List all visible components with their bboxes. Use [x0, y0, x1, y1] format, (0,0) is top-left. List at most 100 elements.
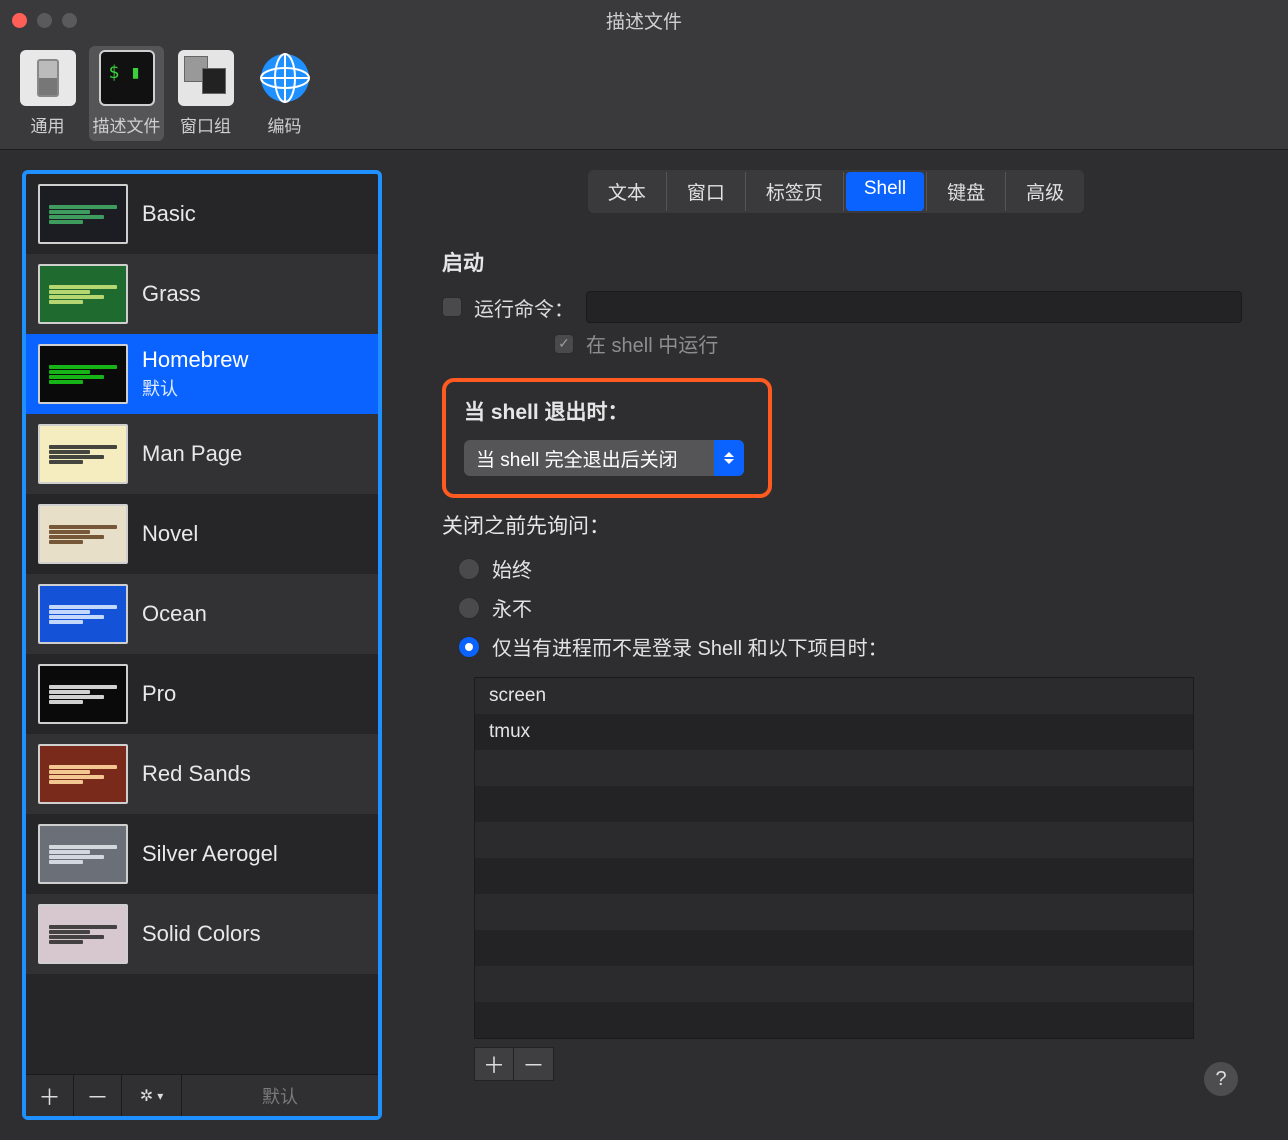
process-table-footer: ＋ －: [474, 1047, 1242, 1081]
profile-name: Basic: [142, 201, 196, 227]
chevron-down-icon: ▾: [157, 1089, 163, 1103]
profile-name: Ocean: [142, 601, 207, 627]
radio-always[interactable]: 始终: [458, 554, 1242, 583]
profile-tabs: 文本窗口标签页Shell键盘高级: [588, 170, 1084, 213]
run-command-label: 运行命令：: [474, 293, 574, 322]
tab-键盘[interactable]: 键盘: [929, 172, 1003, 211]
traffic-lights: [12, 13, 77, 28]
gear-icon: ✲: [140, 1086, 153, 1106]
profile-name: Novel: [142, 521, 198, 547]
preferences-toolbar: 通用 描述文件 窗口组 编码: [0, 40, 1288, 150]
radio-dot: [458, 558, 480, 580]
add-process-button[interactable]: ＋: [474, 1047, 514, 1081]
profile-thumb: [38, 584, 128, 644]
profile-name: Solid Colors: [142, 921, 261, 947]
profile-name: Grass: [142, 281, 201, 307]
profile-name: Red Sands: [142, 761, 251, 787]
radio-processes[interactable]: 仅当有进程而不是登录 Shell 和以下项目时：: [458, 632, 1242, 661]
run-command-checkbox[interactable]: [442, 297, 462, 317]
tab-窗口[interactable]: 窗口: [669, 172, 743, 211]
radio-never-label: 永不: [492, 593, 532, 622]
profile-thumb: [38, 904, 128, 964]
shell-tab-pane: 启动 运行命令： 在 shell 中运行 当 shell 退出时： 当 shel…: [406, 227, 1266, 1120]
startup-heading: 启动: [442, 247, 1242, 277]
zoom-window-button[interactable]: [62, 13, 77, 28]
set-default-button[interactable]: 默认: [182, 1075, 378, 1116]
help-button[interactable]: ?: [1204, 1062, 1238, 1096]
on-shell-exit-label: 当 shell 退出时：: [464, 396, 750, 426]
close-window-button[interactable]: [12, 13, 27, 28]
process-row[interactable]: [475, 822, 1193, 858]
toolbar-general[interactable]: 通用: [10, 46, 85, 141]
radio-dot: [458, 597, 480, 619]
profile-name: Pro: [142, 681, 176, 707]
ask-before-close-radios: 始终 永不 仅当有进程而不是登录 Shell 和以下项目时：: [458, 554, 1242, 661]
profile-name: Man Page: [142, 441, 242, 467]
process-row[interactable]: [475, 894, 1193, 930]
toolbar-window-groups[interactable]: 窗口组: [168, 46, 243, 141]
profiles-icon: [99, 50, 155, 106]
on-shell-exit-value: 当 shell 完全退出后关闭: [464, 445, 714, 472]
popup-updown-icon: [714, 440, 744, 476]
profile-item-man-page[interactable]: Man Page: [26, 414, 378, 494]
profiles-sidebar: Basic Grass Homebrew默认 Man Page Novel Ocean Pr…: [22, 170, 382, 1120]
window-title: 描述文件: [0, 7, 1288, 34]
profile-item-novel[interactable]: Novel: [26, 494, 378, 574]
toolbar-general-label: 通用: [31, 112, 65, 137]
radio-dot-selected: [458, 636, 480, 658]
profile-thumb: [38, 664, 128, 724]
profile-item-basic[interactable]: Basic: [26, 174, 378, 254]
profiles-list[interactable]: Basic Grass Homebrew默认 Man Page Novel Ocean Pr…: [26, 174, 378, 1074]
process-row[interactable]: [475, 858, 1193, 894]
profile-actions-menu[interactable]: ✲ ▾: [122, 1075, 182, 1116]
tab-shell[interactable]: Shell: [846, 172, 924, 211]
remove-process-button[interactable]: －: [514, 1047, 554, 1081]
profile-item-ocean[interactable]: Ocean: [26, 574, 378, 654]
on-shell-exit-highlight: 当 shell 退出时： 当 shell 完全退出后关闭: [442, 378, 772, 498]
toolbar-windows-label: 窗口组: [180, 112, 231, 137]
process-row[interactable]: [475, 1002, 1193, 1038]
toolbar-encoding-label: 编码: [268, 112, 302, 137]
profile-item-homebrew[interactable]: Homebrew默认: [26, 334, 378, 414]
process-row[interactable]: [475, 930, 1193, 966]
profiles-footer: ＋ － ✲ ▾ 默认: [26, 1074, 378, 1116]
globe-icon: [257, 50, 313, 106]
process-row[interactable]: screen: [475, 678, 1193, 714]
process-row[interactable]: [475, 966, 1193, 1002]
minimize-window-button[interactable]: [37, 13, 52, 28]
on-shell-exit-popup[interactable]: 当 shell 完全退出后关闭: [464, 440, 744, 476]
run-in-shell-row: 在 shell 中运行: [554, 329, 1242, 358]
profile-item-grass[interactable]: Grass: [26, 254, 378, 334]
profile-item-pro[interactable]: Pro: [26, 654, 378, 734]
run-command-field[interactable]: [586, 291, 1242, 323]
ask-before-close-label: 关闭之前先询问：: [442, 510, 1242, 540]
titlebar: 描述文件: [0, 0, 1288, 40]
general-icon: [20, 50, 76, 106]
tab-标签页[interactable]: 标签页: [748, 172, 841, 211]
profile-thumb: [38, 264, 128, 324]
radio-always-label: 始终: [492, 554, 532, 583]
radio-never[interactable]: 永不: [458, 593, 1242, 622]
tab-文本[interactable]: 文本: [590, 172, 664, 211]
profile-item-red-sands[interactable]: Red Sands: [26, 734, 378, 814]
remove-profile-button[interactable]: －: [74, 1075, 122, 1116]
add-profile-button[interactable]: ＋: [26, 1075, 74, 1116]
profile-thumb: [38, 424, 128, 484]
toolbar-profiles[interactable]: 描述文件: [89, 46, 164, 141]
tab-高级[interactable]: 高级: [1008, 172, 1082, 211]
process-table[interactable]: screentmux: [474, 677, 1194, 1039]
profile-thumb: [38, 184, 128, 244]
run-in-shell-label: 在 shell 中运行: [586, 329, 718, 358]
process-row[interactable]: [475, 750, 1193, 786]
run-command-row: 运行命令：: [442, 291, 1242, 323]
profile-item-solid-colors[interactable]: Solid Colors: [26, 894, 378, 974]
run-in-shell-checkbox: [554, 334, 574, 354]
process-row[interactable]: [475, 786, 1193, 822]
toolbar-encoding[interactable]: 编码: [247, 46, 322, 141]
profile-default-tag: 默认: [142, 375, 248, 401]
profile-thumb: [38, 344, 128, 404]
process-row[interactable]: tmux: [475, 714, 1193, 750]
profile-detail: 文本窗口标签页Shell键盘高级 启动 运行命令： 在 shell 中运行 当 …: [406, 170, 1266, 1120]
radio-processes-label: 仅当有进程而不是登录 Shell 和以下项目时：: [492, 632, 888, 661]
profile-item-silver-aerogel[interactable]: Silver Aerogel: [26, 814, 378, 894]
